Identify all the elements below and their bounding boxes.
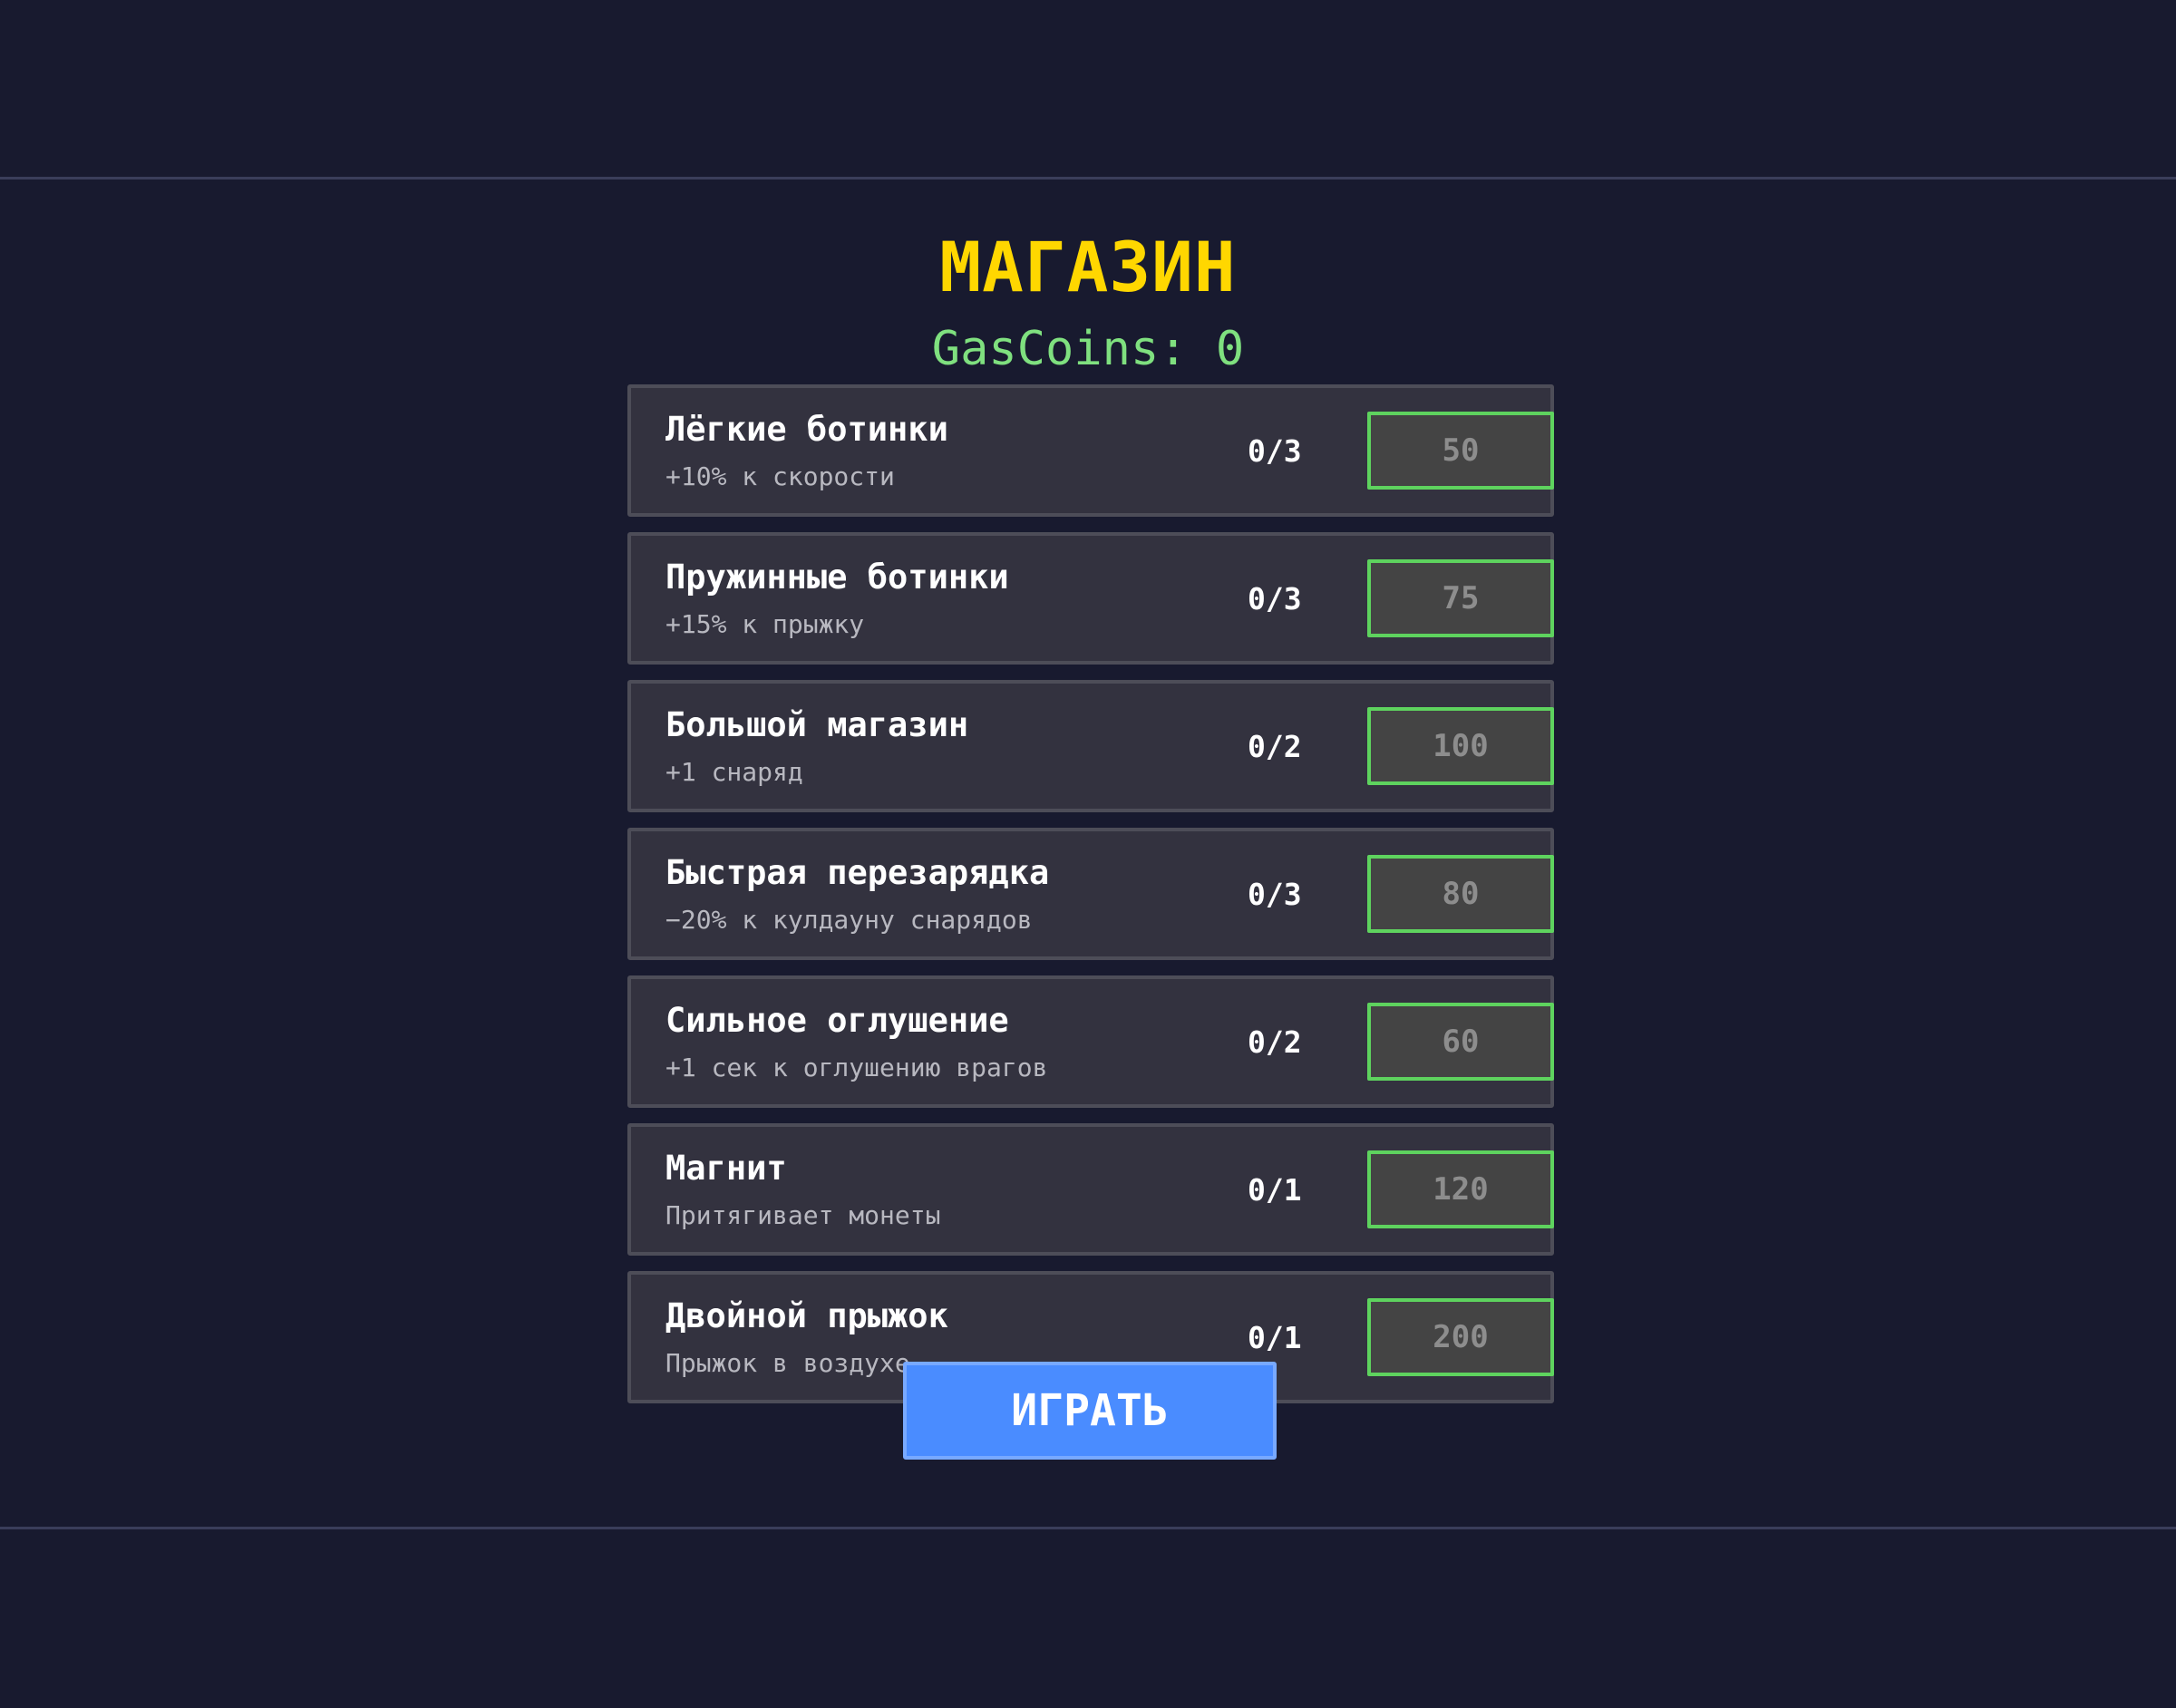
- buy-button[interactable]: 60: [1367, 1003, 1554, 1081]
- upgrade-name: Двойной прыжок: [665, 1296, 948, 1335]
- buy-button[interactable]: 100: [1367, 707, 1554, 785]
- buy-button[interactable]: 200: [1367, 1298, 1554, 1376]
- upgrade-description: +1 сек к оглушению врагов: [665, 1053, 1048, 1082]
- upgrade-description: Прыжок в воздухе: [665, 1348, 910, 1378]
- upgrade-name: Лёгкие ботинки: [665, 410, 948, 449]
- buy-button[interactable]: 50: [1367, 412, 1554, 490]
- buy-button[interactable]: 75: [1367, 559, 1554, 637]
- coins-label: GasCoins:: [931, 322, 1188, 376]
- upgrade-level: 0/3: [1248, 877, 1302, 912]
- upgrade-item-light-boots: Лёгкие ботинки +10% к скорости 0/3 50: [627, 384, 1554, 517]
- upgrade-name: Быстрая перезарядка: [665, 853, 1050, 892]
- upgrade-name: Магнит: [665, 1149, 787, 1188]
- upgrade-level: 0/1: [1248, 1320, 1302, 1355]
- coins-value: 0: [1215, 322, 1245, 376]
- upgrade-description: −20% к кулдауну снарядов: [665, 905, 1033, 935]
- upgrade-description: Притягивает монеты: [665, 1200, 941, 1230]
- play-button[interactable]: ИГРАТЬ: [903, 1362, 1277, 1460]
- upgrade-description: +10% к скорости: [665, 461, 895, 491]
- upgrade-level: 0/2: [1248, 1024, 1302, 1060]
- upgrade-item-magnet: Магнит Притягивает монеты 0/1 120: [627, 1123, 1554, 1256]
- upgrade-item-big-magazine: Большой магазин +1 снаряд 0/2 100: [627, 680, 1554, 812]
- top-divider: [0, 177, 2176, 180]
- upgrade-level: 0/3: [1248, 433, 1302, 469]
- bottom-divider: [0, 1527, 2176, 1529]
- upgrade-name: Большой магазин: [665, 705, 969, 744]
- upgrade-level: 0/3: [1248, 581, 1302, 616]
- upgrade-name: Сильное оглушение: [665, 1001, 1009, 1040]
- game-screen: МАГАЗИН GasCoins: 0 Лёгкие ботинки +10% …: [0, 0, 2176, 1708]
- buy-button[interactable]: 120: [1367, 1150, 1554, 1228]
- upgrade-item-spring-boots: Пружинные ботинки +15% к прыжку 0/3 75: [627, 532, 1554, 665]
- upgrade-name: Пружинные ботинки: [665, 558, 1009, 597]
- upgrade-item-fast-reload: Быстрая перезарядка −20% к кулдауну снар…: [627, 828, 1554, 960]
- coins-counter: GasCoins: 0: [0, 317, 2176, 381]
- upgrade-level: 0/2: [1248, 729, 1302, 764]
- upgrade-item-strong-stun: Сильное оглушение +1 сек к оглушению вра…: [627, 975, 1554, 1108]
- buy-button[interactable]: 80: [1367, 855, 1554, 933]
- upgrade-list: Лёгкие ботинки +10% к скорости 0/3 50 Пр…: [627, 384, 1554, 1419]
- upgrade-description: +15% к прыжку: [665, 609, 865, 639]
- shop-title: МАГАЗИН: [939, 227, 1237, 307]
- upgrade-level: 0/1: [1248, 1172, 1302, 1208]
- upgrade-description: +1 снаряд: [665, 757, 803, 787]
